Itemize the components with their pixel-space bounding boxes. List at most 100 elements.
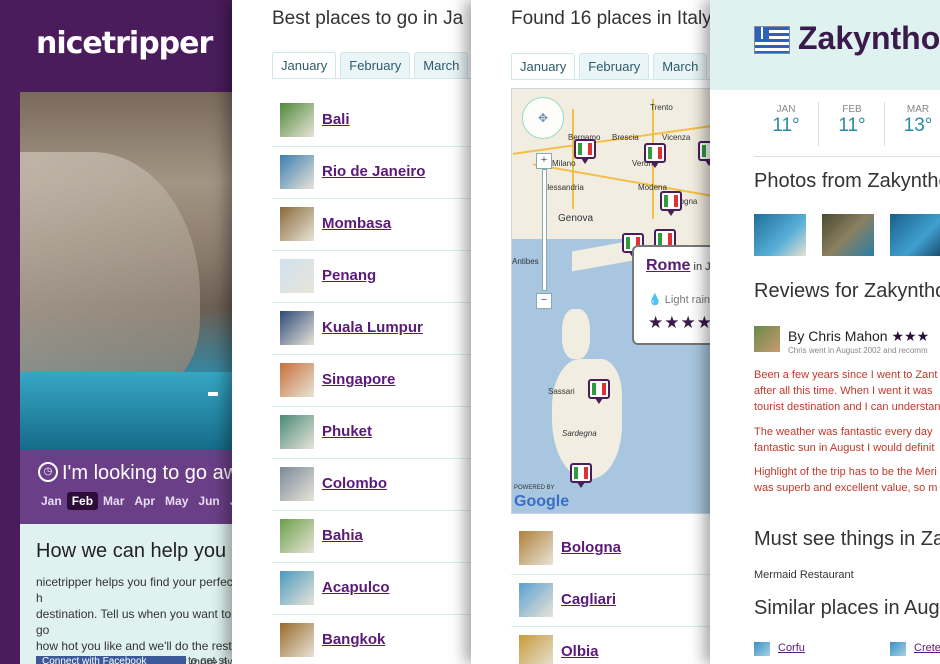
month-may[interactable]: May	[160, 492, 193, 510]
place-link[interactable]: Bologna	[561, 539, 621, 556]
google-logo[interactable]: POWERED BY Google	[514, 485, 569, 511]
temp-divider	[818, 102, 819, 146]
zoom-slider[interactable]	[542, 169, 547, 291]
place-link[interactable]: Acapulco	[322, 579, 390, 596]
zoom-in-button[interactable]: +	[536, 153, 552, 169]
month-tabs: January February March	[272, 52, 472, 78]
list-item[interactable]: Rio de Janeiro	[272, 146, 472, 199]
clock-icon: ◷	[38, 462, 58, 482]
must-see-item[interactable]: Mermaid Restaurant	[754, 569, 854, 581]
map-city-label: Alessandria	[542, 183, 584, 192]
tab-march[interactable]: March	[414, 52, 469, 78]
rain-drops-icon: 💧	[648, 294, 662, 306]
map-info-popup: Rome in January 💧 Light rain likely ★★★★…	[632, 245, 711, 345]
facebook-connect-button[interactable]: Connect with Facebook	[36, 656, 186, 664]
month-mar[interactable]: Mar	[98, 492, 129, 510]
list-item[interactable]: Singapore	[272, 354, 472, 407]
divider	[754, 156, 940, 157]
tab-february[interactable]: February	[340, 52, 411, 78]
site-logo[interactable]: nicetripper	[36, 26, 213, 61]
month-jan[interactable]: Jan	[36, 492, 67, 510]
photo-thumbnail[interactable]	[890, 214, 940, 256]
popup-rating: ★★★★★	[648, 313, 711, 333]
place-link[interactable]: Kuala Lumpur	[322, 319, 423, 336]
similar-thumbnail	[890, 642, 906, 656]
list-item[interactable]: Acapulco	[272, 562, 472, 615]
place-link[interactable]: Bali	[322, 111, 350, 128]
map-land-sardinia	[552, 359, 622, 479]
map-pin[interactable]	[570, 463, 592, 488]
place-link[interactable]: Bahia	[322, 527, 363, 544]
temp-feb: FEB 11°	[822, 104, 882, 137]
place-link[interactable]: Bangkok	[322, 631, 385, 648]
tab-february[interactable]: February	[579, 53, 650, 79]
popup-place-link[interactable]: Rome	[646, 257, 690, 274]
map[interactable]: Trento Bergamo Brescia Vicenza Milano Ve…	[511, 88, 711, 514]
photo-thumbnail[interactable]	[754, 214, 806, 256]
page-title: Best places to go in Ja	[272, 8, 464, 29]
list-item[interactable]: Phuket	[272, 406, 472, 459]
photo-thumbnail[interactable]	[822, 214, 874, 256]
place-link[interactable]: Rio de Janeiro	[322, 163, 425, 180]
place-link[interactable]: Cagliari	[561, 591, 616, 608]
map-pin[interactable]	[588, 379, 610, 404]
map-land-corsica	[562, 309, 590, 359]
list-item[interactable]: Mombasa	[272, 198, 472, 251]
map-pin[interactable]	[644, 143, 666, 168]
map-pin[interactable]	[574, 139, 596, 164]
page-title: Found 16 places in Italy	[511, 8, 711, 29]
place-thumbnail	[280, 311, 314, 345]
map-pan-control[interactable]: ✥	[522, 97, 564, 139]
month-apr[interactable]: Apr	[129, 492, 160, 510]
map-pin[interactable]	[660, 191, 682, 216]
list-item[interactable]: Olbia	[511, 626, 711, 664]
hero-cliff	[20, 152, 200, 392]
list-item[interactable]: Penang	[272, 250, 472, 303]
place-link[interactable]: Singapore	[322, 371, 395, 388]
temp-jan: JAN 11°	[756, 104, 816, 137]
place-link[interactable]: Penang	[322, 267, 376, 284]
popup-title: Rome in January	[646, 257, 711, 275]
place-link[interactable]: Colombo	[322, 475, 387, 492]
place-link[interactable]: Phuket	[322, 423, 372, 440]
zoom-out-button[interactable]: −	[536, 293, 552, 309]
list-item[interactable]: Cagliari	[511, 574, 711, 627]
place-thumbnail	[280, 571, 314, 605]
similar-place-link[interactable]: Corfu	[778, 642, 805, 654]
facebook-after-text: to get st	[188, 655, 228, 664]
list-item[interactable]: Bali	[272, 94, 472, 147]
help-section: How we can help you nicetripper helps yo…	[20, 524, 240, 664]
map-city-label: Milano	[552, 159, 576, 168]
map-city-label: Sardegna	[562, 429, 597, 438]
popup-suffix: in January	[693, 261, 711, 273]
similar-place-link[interactable]: Crete	[914, 642, 940, 654]
tab-january[interactable]: January	[511, 53, 576, 79]
list-item[interactable]: Kuala Lumpur	[272, 302, 472, 355]
temp-divider	[884, 102, 885, 146]
map-city-label: Sassari	[548, 387, 575, 396]
popup-weather-text: Light rain likely	[664, 294, 711, 306]
help-line: nicetripper helps you find your perfect …	[36, 575, 237, 605]
place-thumbnail	[280, 103, 314, 137]
photos-heading: Photos from Zakynthc	[754, 170, 940, 192]
star-icon: ★★★	[891, 328, 930, 344]
place-thumbnail	[519, 583, 553, 617]
list-item[interactable]: Bologna	[511, 522, 711, 575]
month-feb[interactable]: Feb	[66, 492, 99, 510]
list-item[interactable]: Bahia	[272, 510, 472, 563]
temp-mar: MAR 13°	[888, 104, 940, 137]
place-thumbnail	[280, 623, 314, 657]
place-thumbnail	[280, 467, 314, 501]
place-link[interactable]: Mombasa	[322, 215, 391, 232]
place-link[interactable]: Olbia	[561, 643, 599, 660]
review-author: By Chris Mahon ★★★	[788, 328, 929, 345]
month-jun[interactable]: Jun	[193, 492, 224, 510]
looking-to-go-text: I'm looking to go aw	[62, 462, 239, 484]
tab-march[interactable]: March	[653, 53, 708, 79]
list-item[interactable]: Colombo	[272, 458, 472, 511]
tab-january[interactable]: January	[272, 52, 337, 78]
list-item[interactable]: Bangkok	[272, 614, 472, 664]
review-meta: Chris went in August 2002 and recomm	[788, 346, 928, 355]
popup-weather: 💧 Light rain likely	[648, 293, 711, 306]
home-panel: nicetripper ◷ I'm looking to go aw Jan F…	[0, 0, 240, 664]
